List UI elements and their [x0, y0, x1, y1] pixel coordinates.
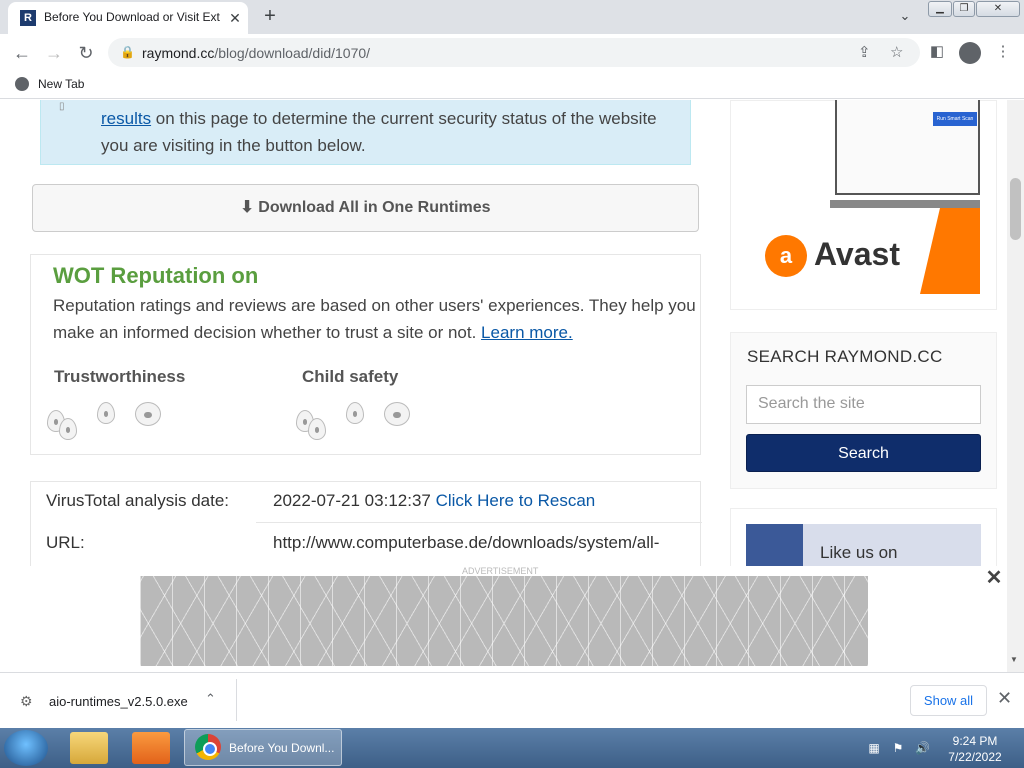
avast-logo-icon: a	[765, 235, 807, 277]
minimize-window-icon[interactable]: ▁	[928, 1, 952, 17]
bookmark-new-tab[interactable]: New Tab	[38, 77, 84, 91]
table-row: URL: http://www.computerbase.de/download…	[31, 524, 702, 566]
chevron-up-icon[interactable]: ⌃	[205, 691, 216, 707]
learn-more-link[interactable]: Learn more.	[481, 323, 573, 342]
side-panel-icon[interactable]: ◧	[927, 42, 947, 62]
search-title: SEARCH RAYMOND.CC	[747, 347, 943, 366]
ad-close-icon[interactable]: ✕	[985, 568, 1003, 588]
table-row: VirusTotal analysis date: 2022-07-21 03:…	[31, 482, 702, 524]
child-safety-label: Child safety	[302, 367, 399, 386]
site-favicon-icon: R	[20, 10, 36, 26]
ad-label: ADVERTISEMENT	[462, 566, 539, 576]
forward-icon[interactable]: →	[42, 41, 66, 65]
download-icon: ⬇	[240, 199, 254, 216]
ad-cta-button: Run Smart Scan	[933, 112, 977, 126]
info-box: ▯ results on this page to determine the …	[40, 100, 691, 165]
analysis-date-value: 2022-07-21 03:12:37 Click Here to Rescan	[273, 491, 596, 510]
installer-icon: ⚙	[20, 693, 33, 709]
url-value: http://www.computerbase.de/downloads/sys…	[273, 533, 660, 552]
ad-overlay: ADVERTISEMENT ✕	[0, 566, 1024, 672]
info-icon: ▯	[59, 101, 65, 112]
clock[interactable]: 9:24 PM 7/22/2022	[940, 733, 1010, 765]
download-bar-close-icon[interactable]: ✕	[997, 688, 1012, 709]
tab-search-icon[interactable]: ⌄	[895, 8, 915, 26]
globe-icon	[15, 77, 29, 91]
restore-window-icon[interactable]: ❐	[953, 1, 975, 17]
trustworthiness-label: Trustworthiness	[54, 367, 186, 386]
trust-rating-icon	[47, 400, 167, 440]
scrollbar-thumb[interactable]	[1010, 178, 1021, 240]
share-icon[interactable]: ⇪	[858, 43, 871, 61]
start-button-icon[interactable]	[4, 730, 48, 766]
chrome-icon	[195, 734, 221, 760]
results-link[interactable]: results	[101, 109, 151, 128]
download-runtimes-button[interactable]: ⬇ Download All in One Runtimes	[32, 184, 699, 232]
browser-toolbar: ← → ↻ 🔒 raymond.cc/blog/download/did/107…	[0, 34, 1024, 71]
show-all-button[interactable]: Show all	[910, 685, 987, 716]
menu-icon[interactable]: ⋮	[993, 42, 1013, 62]
wot-description: Reputation ratings and reviews are based…	[53, 296, 696, 342]
lock-icon: 🔒	[120, 45, 135, 59]
scroll-down-icon[interactable]: ▼	[1010, 655, 1018, 664]
url-label: URL:	[46, 533, 85, 552]
child-safety-rating-icon	[296, 400, 416, 440]
wot-panel: WOT Reputation on Reputation ratings and…	[30, 254, 701, 455]
network-icon[interactable]: ▦	[867, 741, 881, 755]
avast-brand: Avast	[814, 236, 900, 272]
tab-close-icon[interactable]: ✕	[226, 9, 244, 27]
address-bar[interactable]: 🔒 raymond.cc/blog/download/did/1070/ ⇪ ☆	[108, 38, 920, 67]
explorer-icon[interactable]	[70, 732, 108, 764]
rescan-link[interactable]: Click Here to Rescan	[436, 491, 596, 510]
download-item[interactable]: aio-runtimes_v2.5.0.exe	[49, 694, 188, 709]
browser-tab[interactable]: R Before You Download or Visit Ext ✕	[8, 2, 248, 34]
search-input[interactable]: Search the site	[746, 385, 981, 424]
search-button[interactable]: Search	[746, 434, 981, 472]
analysis-date-label: VirusTotal analysis date:	[46, 491, 230, 510]
star-icon[interactable]: ☆	[890, 43, 903, 61]
chrome-taskbar-label: Before You Downl...	[229, 741, 335, 755]
back-icon[interactable]: ←	[10, 41, 34, 65]
info-text: results on this page to determine the cu…	[101, 109, 657, 155]
flag-icon[interactable]: ⚑	[891, 741, 905, 755]
tab-title: Before You Download or Visit Ext	[44, 10, 220, 24]
facebook-label[interactable]: Like us on	[820, 543, 898, 563]
profile-avatar-icon[interactable]	[959, 42, 981, 64]
wot-title: WOT Reputation on	[53, 263, 259, 288]
tab-strip: R Before You Download or Visit Ext ✕ + ⌄…	[0, 0, 1024, 34]
volume-icon[interactable]: 🔊	[915, 741, 930, 755]
reload-icon[interactable]: ↻	[74, 41, 98, 65]
close-window-icon[interactable]: ✕	[976, 1, 1020, 17]
media-player-icon[interactable]	[132, 732, 170, 764]
new-tab-icon[interactable]: +	[259, 5, 281, 27]
bookmarks-bar: New Tab	[0, 71, 1024, 99]
url-text[interactable]: raymond.cc/blog/download/did/1070/	[142, 45, 370, 61]
download-bar: ⚙ aio-runtimes_v2.5.0.exe ⌃ Show all ✕	[0, 672, 1024, 728]
ad-banner[interactable]	[140, 576, 868, 666]
